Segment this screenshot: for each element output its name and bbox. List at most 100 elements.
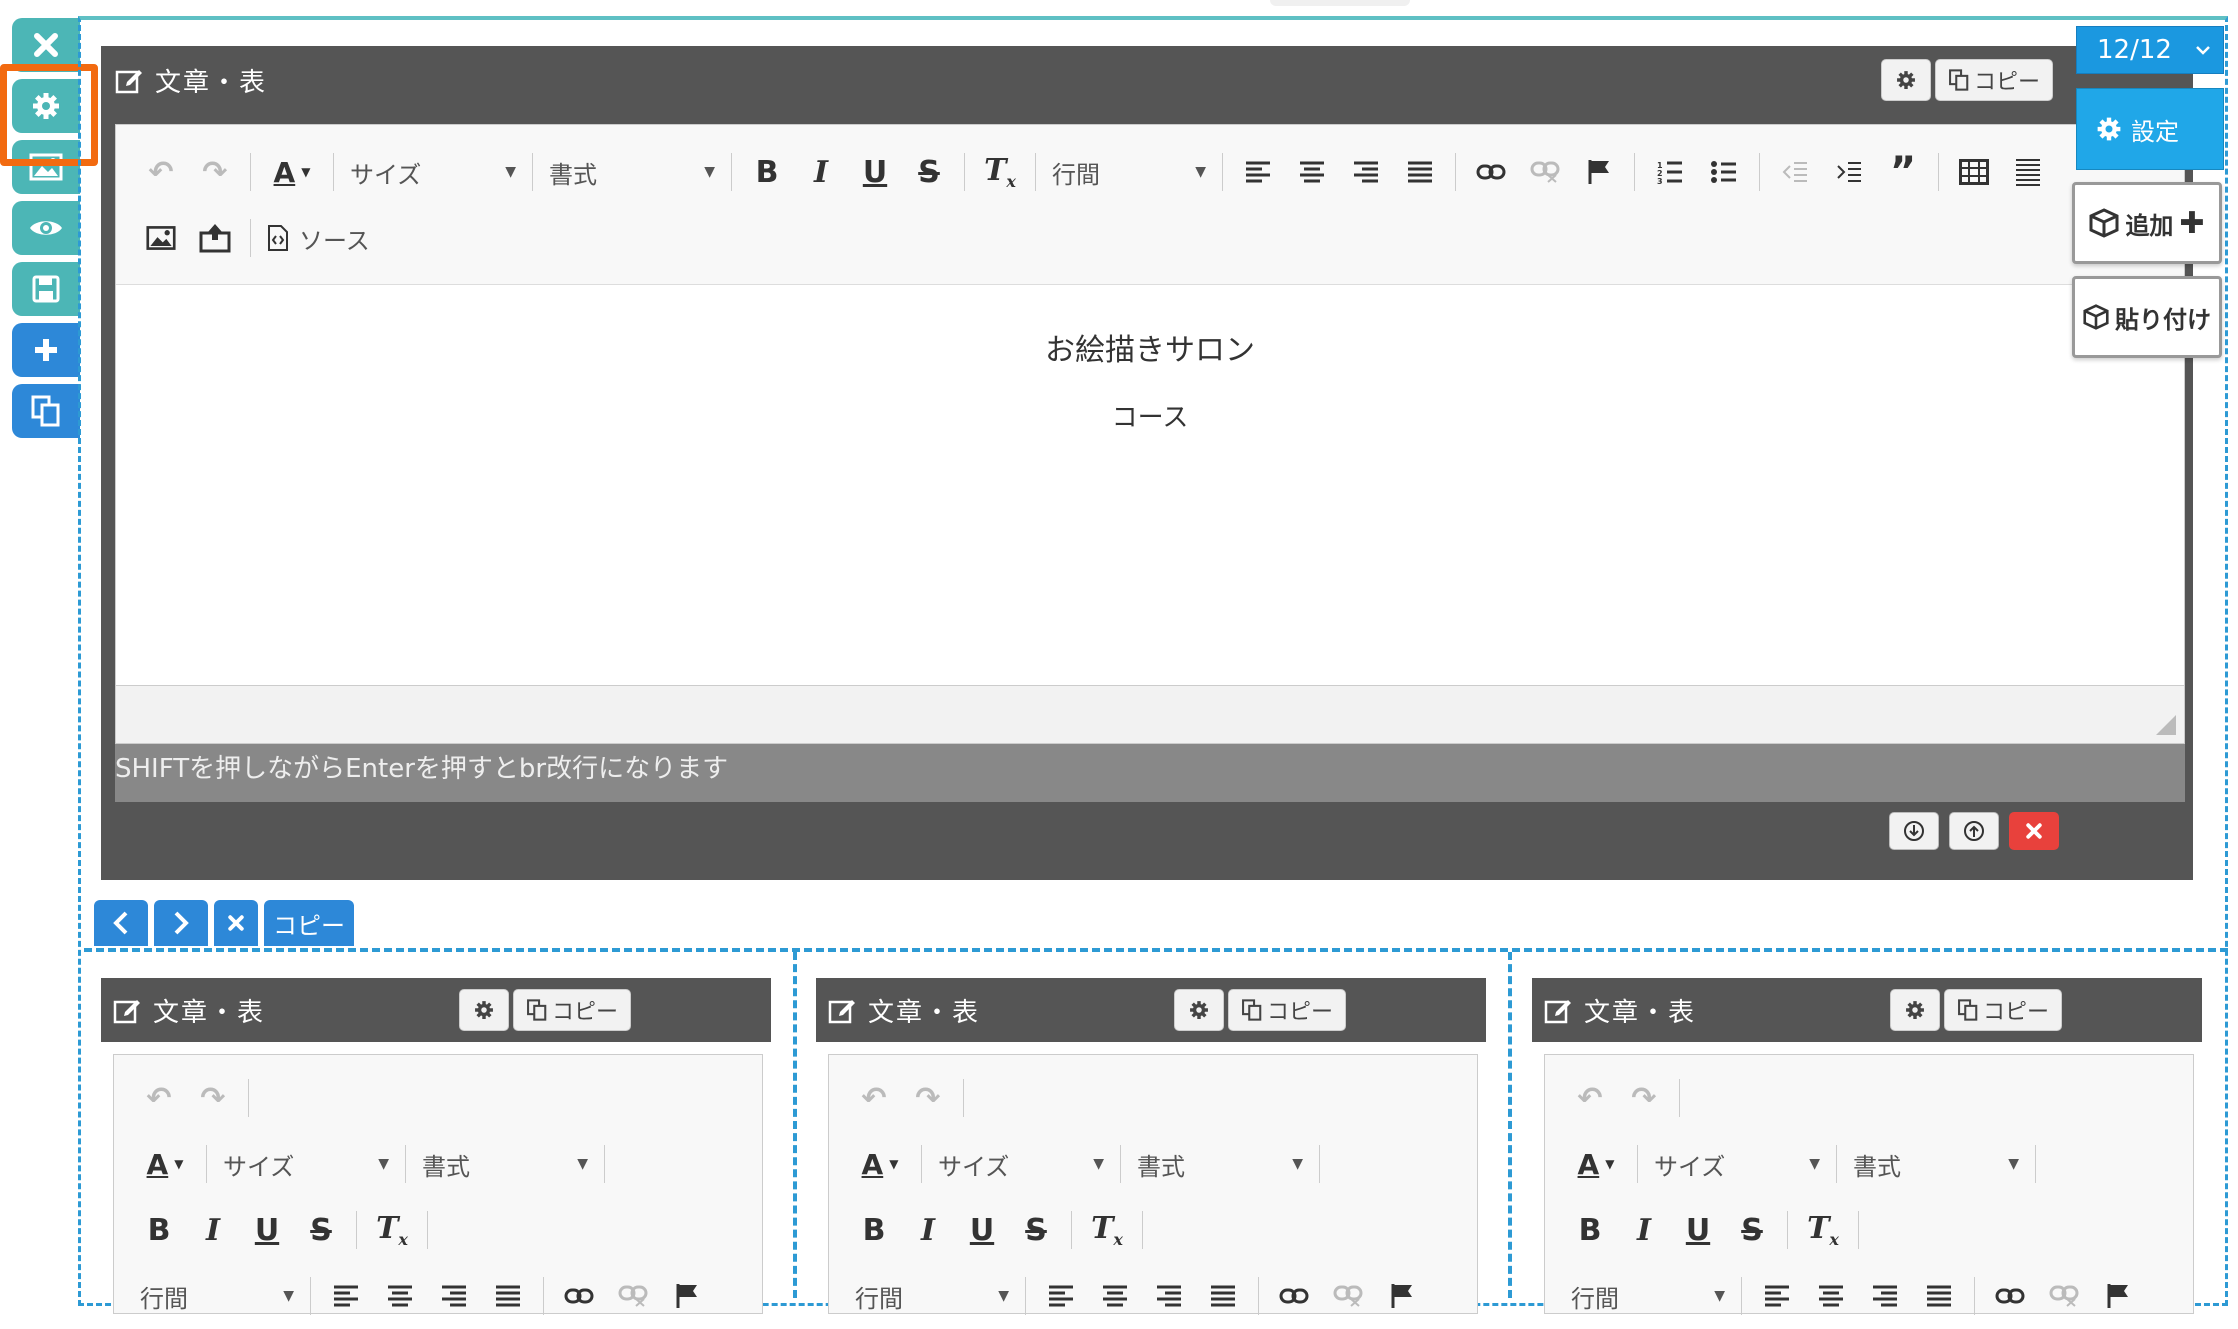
undo-button[interactable]: ↶ — [134, 145, 188, 199]
remove-format-button[interactable]: Tx — [365, 1203, 419, 1257]
justify-button[interactable] — [1196, 1269, 1250, 1323]
align-center-button[interactable] — [1804, 1269, 1858, 1323]
text-color-button[interactable]: A ▼ — [847, 1137, 913, 1191]
align-left-button[interactable] — [1750, 1269, 1804, 1323]
insert-image-button[interactable] — [134, 211, 188, 265]
strike-button[interactable]: S — [1009, 1203, 1063, 1257]
line-spacing-dropdown[interactable]: 行間 ▼ — [847, 1269, 1017, 1323]
block-copy-button[interactable]: コピー — [513, 989, 631, 1031]
source-button[interactable]: ソース — [259, 211, 389, 265]
bold-button[interactable]: B — [740, 145, 794, 199]
outdent-button[interactable] — [1768, 145, 1822, 199]
italic-button[interactable]: I — [794, 145, 848, 199]
align-right-button[interactable] — [1339, 145, 1393, 199]
copy-section-button[interactable]: コピー — [264, 900, 354, 946]
unlink-button[interactable] — [1518, 145, 1572, 199]
unlink-button[interactable] — [606, 1269, 660, 1323]
remove-format-button[interactable]: Tx — [1080, 1203, 1134, 1257]
strike-button[interactable]: S — [902, 145, 956, 199]
size-dropdown[interactable]: サイズ ▼ — [930, 1137, 1112, 1191]
anchor-button[interactable] — [2091, 1269, 2145, 1323]
block-settings-button[interactable] — [1890, 989, 1940, 1031]
indent-button[interactable] — [1822, 145, 1876, 199]
preview-button[interactable] — [12, 201, 80, 255]
delete-block-button[interactable] — [2009, 812, 2059, 850]
align-left-button[interactable] — [319, 1269, 373, 1323]
size-dropdown[interactable]: サイズ ▼ — [1646, 1137, 1828, 1191]
line-spacing-dropdown[interactable]: 行間 ▼ — [132, 1269, 302, 1323]
table-button[interactable] — [1947, 145, 2001, 199]
text-color-button[interactable]: A ▼ — [259, 145, 325, 199]
redo-button[interactable]: ↷ — [186, 1071, 240, 1125]
bold-button[interactable]: B — [1563, 1203, 1617, 1257]
underline-button[interactable]: U — [955, 1203, 1009, 1257]
justify-button[interactable] — [481, 1269, 535, 1323]
size-dropdown[interactable]: サイズ ▼ — [215, 1137, 397, 1191]
bullet-list-button[interactable] — [1697, 145, 1751, 199]
blockquote-button[interactable]: ” — [1876, 145, 1930, 199]
size-dropdown[interactable]: サイズ ▼ — [342, 145, 524, 199]
block-copy-button[interactable]: コピー — [1228, 989, 1346, 1031]
format-dropdown[interactable]: 書式 ▼ — [541, 145, 723, 199]
link-button[interactable] — [552, 1269, 606, 1323]
redo-button[interactable]: ↷ — [188, 145, 242, 199]
italic-button[interactable]: I — [901, 1203, 955, 1257]
block-settings-button[interactable] — [1174, 989, 1224, 1031]
settings-panel-button[interactable]: 設定 — [2076, 88, 2224, 170]
underline-button[interactable]: U — [240, 1203, 294, 1257]
block-settings-button[interactable] — [1881, 59, 1931, 101]
format-dropdown[interactable]: 書式 ▼ — [1129, 1137, 1311, 1191]
duplicate-button[interactable] — [12, 384, 80, 438]
link-button[interactable] — [1983, 1269, 2037, 1323]
text-color-button[interactable]: A ▼ — [1563, 1137, 1629, 1191]
next-button[interactable] — [154, 900, 208, 946]
numbered-list-button[interactable]: 123 — [1643, 145, 1697, 199]
align-center-button[interactable] — [373, 1269, 427, 1323]
remove-section-button[interactable] — [214, 900, 258, 946]
editor-content-area[interactable]: お絵描きサロン コース — [116, 285, 2184, 687]
save-button[interactable] — [12, 262, 80, 316]
line-spacing-dropdown[interactable]: 行間 ▼ — [1563, 1269, 1733, 1323]
justify-button[interactable] — [1912, 1269, 1966, 1323]
align-center-button[interactable] — [1285, 145, 1339, 199]
underline-button[interactable]: U — [1671, 1203, 1725, 1257]
line-spacing-dropdown[interactable]: 行間 ▼ — [1044, 145, 1214, 199]
format-dropdown[interactable]: 書式 ▼ — [414, 1137, 596, 1191]
add-button[interactable] — [12, 323, 80, 377]
text-color-button[interactable]: A ▼ — [132, 1137, 198, 1191]
block-copy-button[interactable]: コピー — [1944, 989, 2062, 1031]
redo-button[interactable]: ↷ — [1617, 1071, 1671, 1125]
undo-button[interactable]: ↶ — [1563, 1071, 1617, 1125]
paste-block-button[interactable]: 貼り付け — [2072, 276, 2222, 358]
block-copy-button[interactable]: コピー — [1935, 59, 2053, 101]
link-button[interactable] — [1464, 145, 1518, 199]
anchor-button[interactable] — [1375, 1269, 1429, 1323]
align-left-button[interactable] — [1231, 145, 1285, 199]
resize-handle-icon[interactable] — [2156, 715, 2176, 735]
undo-button[interactable]: ↶ — [132, 1071, 186, 1125]
move-down-button[interactable] — [1889, 812, 1939, 850]
bold-button[interactable]: B — [847, 1203, 901, 1257]
italic-button[interactable]: I — [1617, 1203, 1671, 1257]
align-right-button[interactable] — [427, 1269, 481, 1323]
unlink-button[interactable] — [2037, 1269, 2091, 1323]
upload-image-button[interactable] — [188, 211, 242, 265]
align-left-button[interactable] — [1034, 1269, 1088, 1323]
link-button[interactable] — [1267, 1269, 1321, 1323]
align-right-button[interactable] — [1858, 1269, 1912, 1323]
prev-button[interactable] — [94, 900, 148, 946]
italic-button[interactable]: I — [186, 1203, 240, 1257]
underline-button[interactable]: U — [848, 145, 902, 199]
block-settings-button[interactable] — [459, 989, 509, 1031]
move-up-button[interactable] — [1949, 812, 1999, 850]
add-block-button[interactable]: 追加 ✚ — [2072, 182, 2222, 264]
align-right-button[interactable] — [1142, 1269, 1196, 1323]
horizontal-rule-button[interactable] — [2001, 145, 2055, 199]
format-dropdown[interactable]: 書式 ▼ — [1845, 1137, 2027, 1191]
undo-button[interactable]: ↶ — [847, 1071, 901, 1125]
bold-button[interactable]: B — [132, 1203, 186, 1257]
remove-format-button[interactable]: Tx — [973, 145, 1027, 199]
redo-button[interactable]: ↷ — [901, 1071, 955, 1125]
page-counter-dropdown[interactable]: 12/12 — [2076, 26, 2224, 74]
unlink-button[interactable] — [1321, 1269, 1375, 1323]
